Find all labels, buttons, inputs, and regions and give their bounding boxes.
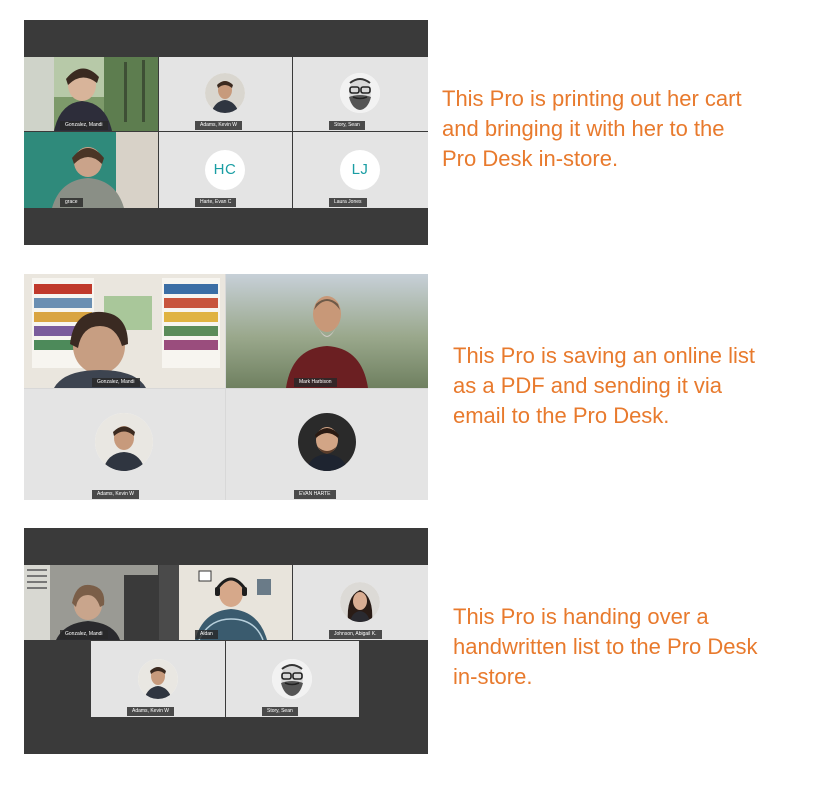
participant-name: Gonzalez, Mandi — [60, 630, 108, 639]
participant-name: Adams, Kevin W — [92, 490, 139, 499]
participant-initials: LJ — [340, 150, 380, 190]
participant-tile[interactable]: Aidan — [159, 565, 292, 640]
bearded-man-illustration-icon — [272, 659, 312, 699]
caption-line: handwritten list to the Pro Desk — [453, 634, 758, 659]
caption-line: This Pro is printing out her cart — [442, 86, 742, 111]
participant-name: Story, Sean — [329, 121, 365, 130]
participant-initials: HC — [205, 150, 245, 190]
participant-tile[interactable]: Story, Sean — [293, 57, 428, 131]
caption-line: email to the Pro Desk. — [453, 403, 670, 428]
caption-line: Pro Desk in-store. — [442, 146, 619, 171]
participant-name: Mark Harbison — [294, 378, 337, 387]
caption-line: This Pro is handing over a — [453, 604, 709, 629]
participant-name: grace — [60, 198, 83, 207]
bearded-man-illustration-icon — [340, 73, 380, 113]
participant-name: Adams, Kevin W — [127, 707, 174, 716]
participant-name: EVAN HARTE — [294, 490, 336, 499]
participant-tile[interactable]: Story, Sean — [226, 641, 359, 717]
caption-line: This Pro is saving an online list — [453, 343, 756, 368]
participant-tile[interactable]: Gonzalez, Mandi — [24, 57, 158, 131]
participant-name: Gonzalez, Mandi — [60, 121, 108, 130]
person-photo-icon — [205, 73, 245, 113]
caption-2: This Pro is saving an online list as a P… — [453, 341, 755, 431]
person-photo-icon — [340, 582, 380, 622]
participant-tile[interactable]: Johnson, Abigail K. — [293, 565, 428, 640]
caption-1: This Pro is printing out her cart and br… — [442, 84, 742, 174]
video-call-screenshot-2: Gonzalez, Mandi Mark Harbison Adams, Kev… — [24, 274, 428, 500]
participant-name: Gonzalez, Mandi — [92, 378, 140, 387]
participant-name: Harte, Evan C — [195, 198, 237, 207]
participant-tile[interactable]: Gonzalez, Mandi — [24, 565, 158, 640]
video-call-screenshot-3: Gonzalez, Mandi Aidan Johnson, Abigail K… — [24, 528, 428, 754]
participant-tile[interactable]: HC Harte, Evan C — [159, 132, 292, 208]
participant-tile[interactable]: Adams, Kevin W — [24, 389, 225, 500]
person-photo-icon — [138, 659, 178, 699]
participant-tile[interactable]: Adams, Kevin W — [91, 641, 225, 717]
participant-video — [24, 57, 158, 131]
participant-tile[interactable]: Mark Harbison — [226, 274, 428, 388]
person-photo-icon — [298, 413, 356, 471]
participant-name: Adams, Kevin W — [195, 121, 242, 130]
participant-video — [24, 565, 158, 640]
participant-video — [24, 132, 158, 208]
participant-tile[interactable]: LJ Laura Jones — [293, 132, 428, 208]
participant-name: Laura Jones — [329, 198, 367, 207]
participant-video — [159, 565, 292, 640]
caption-line: as a PDF and sending it via — [453, 373, 723, 398]
video-call-screenshot-1: Gonzalez, Mandi Adams, Kevin W Story, Se… — [24, 20, 428, 245]
person-photo-icon — [95, 413, 153, 471]
participant-name: Johnson, Abigail K. — [329, 630, 382, 639]
caption-3: This Pro is handing over a handwritten l… — [453, 602, 757, 692]
caption-line: and bringing it with her to the — [442, 116, 725, 141]
participant-video — [24, 274, 225, 388]
participant-tile[interactable]: EVAN HARTE — [226, 389, 428, 500]
participant-name: Aidan — [195, 630, 218, 639]
participant-tile[interactable]: Gonzalez, Mandi — [24, 274, 225, 388]
caption-line: in-store. — [453, 664, 533, 689]
participant-tile[interactable]: Adams, Kevin W — [159, 57, 292, 131]
participant-name: Story, Sean — [262, 707, 298, 716]
participant-video — [226, 274, 428, 388]
participant-tile[interactable]: grace — [24, 132, 158, 208]
